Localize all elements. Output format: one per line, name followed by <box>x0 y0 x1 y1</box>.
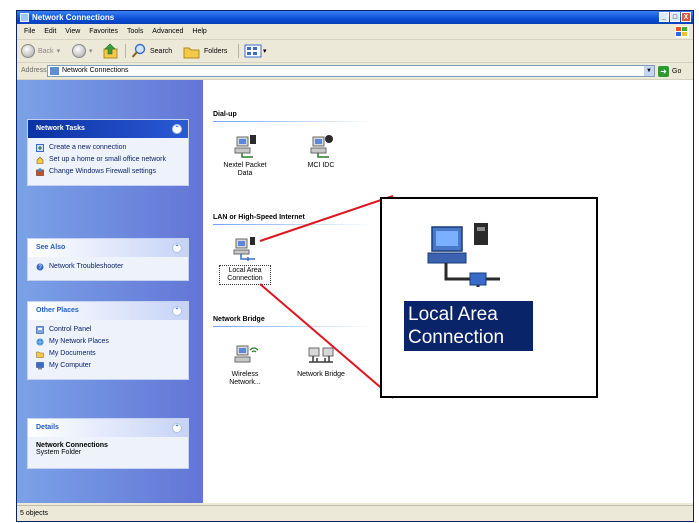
task-label: Change Windows Firewall settings <box>49 168 156 175</box>
other-places-panel: Other Places ⌃ Control Panel My Network … <box>27 301 189 380</box>
go-button[interactable]: ➜ Go <box>658 65 681 77</box>
network-places-icon <box>36 338 44 346</box>
task-home-network[interactable]: Set up a home or small office network <box>36 155 182 164</box>
collapse-chevron-icon[interactable]: ⌃ <box>172 243 182 253</box>
collapse-chevron-icon[interactable]: ⌃ <box>172 124 182 134</box>
panel-title: Network Tasks <box>36 125 85 132</box>
back-label: Back <box>38 47 54 55</box>
firewall-icon <box>36 168 44 176</box>
zoom-callout: Local Area Connection <box>380 197 598 398</box>
panel-title: Details <box>36 424 59 431</box>
panel-title: Other Places <box>36 307 79 314</box>
network-folder-icon <box>20 13 29 22</box>
menu-edit[interactable]: Edit <box>44 25 56 39</box>
chevron-down-icon[interactable]: ▼ <box>644 66 654 76</box>
menu-view[interactable]: View <box>65 25 80 39</box>
task-label: Set up a home or small office network <box>49 156 166 163</box>
lan-connection-icon <box>427 223 500 287</box>
menu-bar: File Edit View Favorites Tools Advanced … <box>17 25 693 40</box>
forward-button[interactable]: ▾ <box>72 43 93 59</box>
up-folder-icon <box>103 43 118 59</box>
place-my-documents[interactable]: My Documents <box>36 349 182 358</box>
details-panel: Details ⌃ Network Connections System Fol… <box>27 418 189 469</box>
network-tasks-panel: Network Tasks ⌃ Create a new connection … <box>27 119 189 186</box>
task-label: Create a new connection <box>49 144 127 151</box>
folders-icon <box>183 47 200 59</box>
address-field[interactable]: Network Connections ▼ <box>47 65 655 77</box>
details-name: Network Connections <box>36 442 108 449</box>
help-icon: ? <box>36 263 44 271</box>
task-network-troubleshooter[interactable]: ? Network Troubleshooter <box>36 262 182 271</box>
address-bar: Address Network Connections ▼ ➜ Go <box>17 63 693 80</box>
see-also-header[interactable]: See Also ⌃ <box>28 239 188 257</box>
menu-help[interactable]: Help <box>192 25 206 39</box>
views-icon <box>244 44 262 58</box>
up-folder-button[interactable] <box>103 43 119 59</box>
content-area: Network Tasks ⌃ Create a new connection … <box>17 80 693 503</box>
network-folder-icon <box>50 67 59 75</box>
search-icon <box>131 43 146 58</box>
chevron-down-icon: ▾ <box>263 48 267 55</box>
menu-advanced[interactable]: Advanced <box>152 25 183 39</box>
menu-favorites[interactable]: Favorites <box>89 25 118 39</box>
back-button[interactable]: Back ▾ <box>21 43 60 59</box>
go-arrow-icon: ➜ <box>658 65 669 77</box>
task-pane: Network Tasks ⌃ Create a new connection … <box>17 80 203 503</box>
place-my-network-places[interactable]: My Network Places <box>36 337 182 346</box>
search-label: Search <box>150 47 173 55</box>
place-control-panel[interactable]: Control Panel <box>36 325 182 334</box>
chevron-down-icon: ▾ <box>56 48 61 55</box>
close-button[interactable]: X <box>681 12 691 22</box>
details-header[interactable]: Details ⌃ <box>28 419 188 437</box>
see-also-panel: See Also ⌃ ? Network Troubleshooter <box>27 238 189 281</box>
new-connection-icon <box>36 144 44 152</box>
place-label: My Computer <box>49 362 92 369</box>
task-create-connection[interactable]: Create a new connection <box>36 143 182 152</box>
menu-file[interactable]: File <box>24 25 35 39</box>
place-my-computer[interactable]: My Computer <box>36 361 182 370</box>
back-arrow-icon <box>21 44 35 58</box>
other-places-header[interactable]: Other Places ⌃ <box>28 302 188 320</box>
folders-button[interactable]: Folders <box>183 43 227 59</box>
minimize-button[interactable]: _ <box>659 12 669 22</box>
home-network-icon <box>36 156 44 164</box>
documents-folder-icon <box>36 351 44 358</box>
place-label: My Documents <box>49 350 96 357</box>
title-bar[interactable]: Network Connections _ □ X <box>17 11 693 24</box>
go-label: Go <box>672 67 682 75</box>
explorer-window: Network Connections _ □ X File Edit View… <box>16 10 694 522</box>
maximize-button[interactable]: □ <box>670 12 680 22</box>
chevron-down-icon: ▾ <box>89 48 93 55</box>
place-label: My Network Places <box>49 338 109 345</box>
folders-label: Folders <box>204 47 228 55</box>
toolbar: Back ▾ ▾ Search Folders ▾ <box>17 40 693 63</box>
forward-arrow-icon <box>72 44 86 58</box>
window-title: Network Connections <box>32 13 115 22</box>
network-tasks-header[interactable]: Network Tasks ⌃ <box>28 120 188 138</box>
zoom-connection-label: Local Area Connection <box>404 301 533 351</box>
task-label: Network Troubleshooter <box>49 263 124 270</box>
task-firewall-settings[interactable]: Change Windows Firewall settings <box>36 167 182 176</box>
control-panel-icon <box>36 326 44 334</box>
status-bar: 5 objects <box>17 505 693 521</box>
search-button[interactable]: Search <box>131 43 172 59</box>
windows-logo-icon <box>675 26 689 38</box>
address-value: Network Connections <box>62 67 129 74</box>
menu-tools[interactable]: Tools <box>127 25 143 39</box>
address-label: Address <box>21 67 47 74</box>
place-label: Control Panel <box>49 326 92 333</box>
collapse-chevron-icon[interactable]: ⌃ <box>172 306 182 316</box>
computer-icon <box>36 362 44 370</box>
details-type: System Folder <box>36 449 82 456</box>
panel-title: See Also <box>36 244 66 251</box>
views-button[interactable]: ▾ <box>244 43 267 59</box>
collapse-chevron-icon[interactable]: ⌃ <box>172 423 182 433</box>
